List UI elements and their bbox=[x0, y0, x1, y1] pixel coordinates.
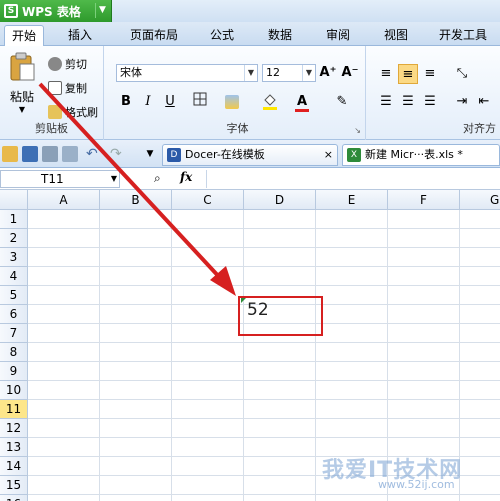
arrow-line bbox=[38, 82, 224, 282]
watermark-url: www.52ij.com bbox=[378, 478, 455, 491]
annotation-arrow bbox=[38, 82, 236, 296]
